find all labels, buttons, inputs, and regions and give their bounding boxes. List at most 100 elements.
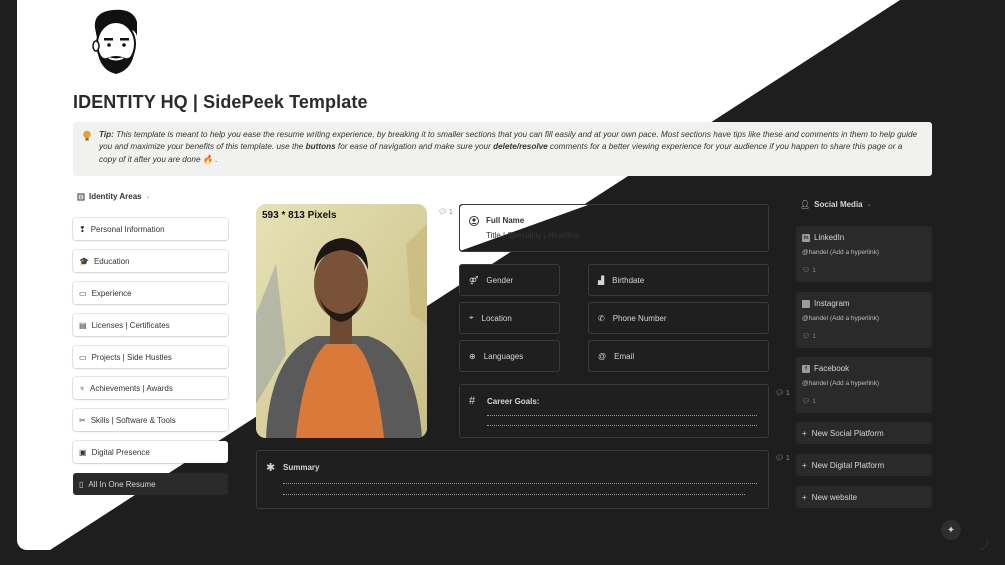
social-comment-indicator[interactable]: 💬︎ 1	[802, 397, 816, 406]
cake-icon: ▟	[598, 275, 605, 285]
social-card-instagram[interactable]: Instagram @handel (Add a hyperlink) 💬︎ 1	[796, 292, 932, 348]
career-goals-line-1	[487, 415, 757, 416]
gender-label: Gender	[486, 275, 514, 285]
sparkle-icon: ✦	[946, 524, 956, 536]
summary-label: Summary	[283, 463, 320, 472]
comment-icon: 💬︎	[775, 390, 784, 397]
phone-label: Phone Number	[612, 313, 667, 323]
career-goals-card[interactable]: # Career Goals:	[459, 384, 769, 438]
avatar[interactable]	[85, 8, 147, 76]
summary-card[interactable]: ✱ Summary	[256, 450, 769, 509]
social-handle[interactable]: @handel (Add a hyperlink)	[802, 315, 879, 322]
globe-icon: ⊕	[469, 351, 476, 361]
comment-count: 1	[448, 208, 453, 216]
backdrop-right	[988, 0, 1005, 565]
summary-line-2	[283, 494, 745, 495]
comment-icon: 💬︎	[802, 267, 811, 274]
comment-count: 1	[812, 397, 816, 405]
languages-label: Languages	[483, 351, 524, 361]
career-goals-label: Career Goals:	[487, 397, 540, 406]
person-circle-icon	[469, 216, 479, 226]
nav-item-personal-information[interactable]: ❢ Personal Information	[73, 218, 228, 240]
social-card-linkedin[interactable]: in LinkedIn @handel (Add a hyperlink) 💬︎…	[796, 226, 932, 282]
birthdate-field[interactable]: ▟ Birthdate	[588, 264, 769, 296]
full-name-value: Title | Speciality | Headline	[486, 231, 580, 240]
nav-item-experience[interactable]: ▭ Experience	[73, 282, 228, 304]
new-digital-platform-button[interactable]: + New Digital Platform	[796, 454, 932, 476]
languages-field[interactable]: ⊕ Languages	[459, 340, 560, 372]
portrait-illustration	[256, 204, 427, 438]
social-name: LinkedIn	[814, 233, 845, 242]
identity-areas-header[interactable]: Identity Areas ⌄	[77, 192, 151, 201]
nav-item-licenses-certificates[interactable]: ▤ Licenses | Certificates	[73, 314, 228, 336]
nav-header-label: Identity Areas	[89, 192, 142, 201]
comment-count: 1	[812, 332, 816, 340]
comment-count: 1	[785, 389, 790, 397]
nav-item-skills-software-tools[interactable]: ✂ Skills | Software & Tools	[73, 409, 228, 431]
nav-item-projects-side-hustles[interactable]: ▭ Projects | Side Hustles	[73, 346, 228, 368]
gender-field[interactable]: ⚤ Gender	[459, 264, 560, 296]
comment-icon: 💬︎	[802, 398, 811, 405]
gender-icon: ⚤	[469, 275, 479, 285]
comment-icon: 💬︎	[802, 333, 811, 340]
full-name-card[interactable]: Full Name Title | Speciality | Headline	[459, 204, 769, 252]
fire-emoji: 🔥	[202, 154, 213, 164]
at-icon: @	[598, 351, 607, 361]
card-light-part	[460, 205, 588, 251]
comment-icon: 💬︎	[775, 455, 784, 462]
tip-end: .	[212, 154, 218, 164]
photo-dimension-label: 593 * 813 Pixels	[262, 210, 337, 221]
certificate-icon: ▤	[79, 320, 87, 330]
photo-comment-indicator[interactable]: 💬︎ 1	[438, 208, 453, 217]
location-label: Location	[481, 313, 512, 323]
chevron-down-icon: ⌄	[145, 194, 151, 200]
nav-item-digital-presence[interactable]: ▣ Digital Presence	[73, 441, 228, 463]
backdrop-left	[0, 0, 17, 565]
chevron-down-icon: ⌄	[866, 202, 872, 208]
social-handle[interactable]: @handel (Add a hyperlink)	[802, 249, 879, 256]
comment-icon: 💬︎	[438, 209, 447, 216]
nav-item-all-in-one-resume[interactable]: ▯ All In One Resume	[73, 473, 228, 495]
button-label: New website	[811, 492, 858, 502]
add-person-icon: 👤︎	[800, 200, 811, 209]
nav-item-education[interactable]: 🎓 Education	[73, 250, 228, 272]
tip-delete-word: delete/resolve	[493, 142, 548, 152]
new-social-platform-button[interactable]: + New Social Platform	[796, 422, 932, 444]
tools-icon: ✂	[79, 415, 86, 425]
social-card-facebook[interactable]: f Facebook @handel (Add a hyperlink) 💬︎ …	[796, 357, 932, 413]
button-label: New Social Platform	[811, 428, 884, 438]
tip-buttons-word: buttons	[305, 142, 336, 152]
lightbulb-icon	[83, 130, 91, 141]
social-comment-indicator[interactable]: 💬︎ 1	[802, 266, 816, 275]
career-goals-line-2	[487, 425, 757, 426]
social-name: Facebook	[814, 364, 850, 373]
tip-callout: Tip: This template is meant to help you …	[73, 122, 932, 176]
phone-field[interactable]: ✆ Phone Number	[588, 302, 769, 334]
social-handle[interactable]: @handel (Add a hyperlink)	[802, 380, 879, 387]
facebook-icon: f	[802, 364, 810, 373]
social-media-header[interactable]: 👤︎ Social Media ⌄	[800, 200, 872, 209]
summary-line-1	[283, 483, 757, 484]
plus-icon: +	[802, 460, 807, 470]
graduation-cap-icon: 🎓	[79, 256, 89, 266]
instagram-icon	[802, 299, 810, 308]
nav-item-label: Licenses | Certificates	[91, 320, 170, 330]
new-website-button[interactable]: + New website	[796, 486, 932, 508]
location-pin-icon: ⌖	[469, 313, 474, 322]
asterisk-icon: ✱	[266, 462, 276, 474]
briefcase-icon: ▭	[79, 288, 87, 298]
nav-item-achievements-awards[interactable]: ♆ Achievements | Awards	[73, 377, 228, 399]
location-field[interactable]: ⌖ Location	[459, 302, 560, 334]
social-comment-indicator[interactable]: 💬︎ 1	[802, 332, 816, 341]
trophy-icon: ♆	[79, 383, 85, 393]
nav-item-label: Education	[93, 256, 130, 266]
career-comment-indicator[interactable]: 💬︎ 1	[775, 389, 790, 398]
phone-icon: ✆	[598, 313, 605, 323]
ai-sparkle-button[interactable]: ✦	[941, 520, 961, 540]
email-field[interactable]: @ Email	[588, 340, 769, 372]
profile-photo[interactable]: 593 * 813 Pixels	[256, 204, 427, 438]
email-label: Email	[614, 351, 635, 361]
summary-comment-indicator[interactable]: 💬︎ 1	[775, 454, 790, 463]
nav-item-label: Experience	[91, 288, 132, 298]
document-icon: ▯	[79, 479, 84, 489]
